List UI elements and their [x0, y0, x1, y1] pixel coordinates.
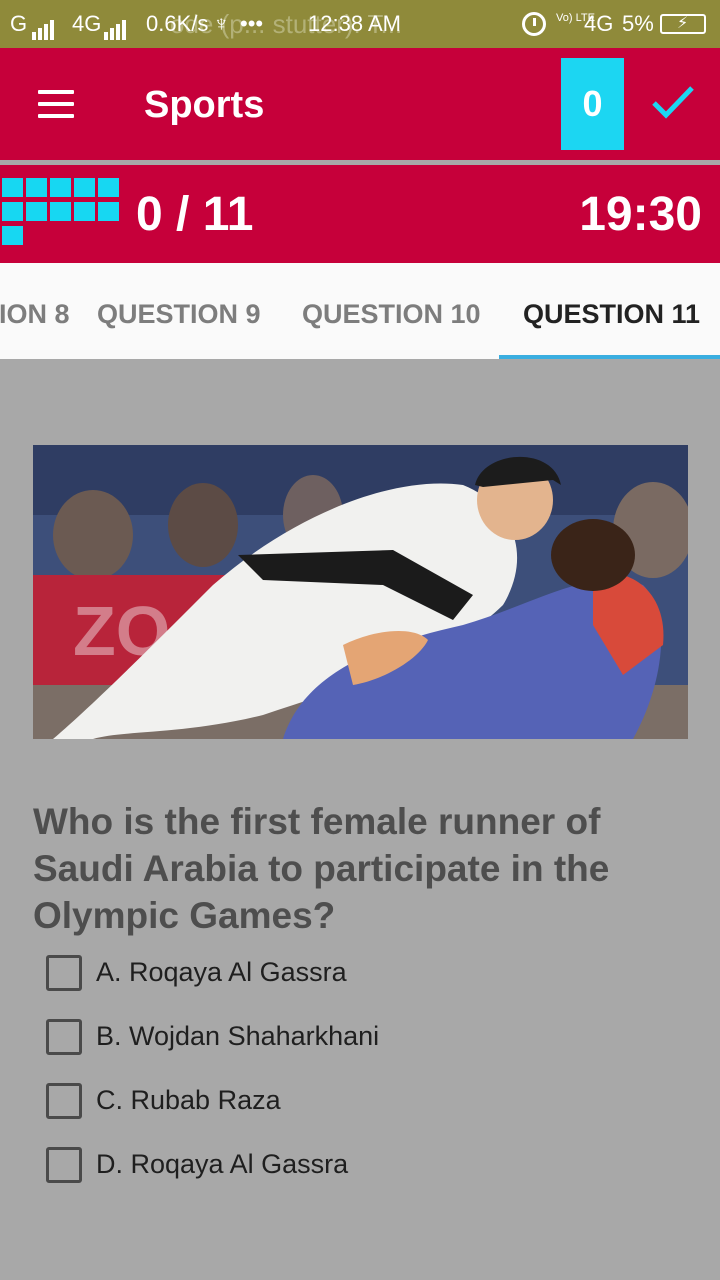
carrier-label: G	[10, 11, 28, 36]
checkbox[interactable]	[46, 1147, 82, 1183]
tab-question-10[interactable]: QUESTION 10	[302, 299, 481, 330]
question-photo: ZO	[33, 445, 688, 739]
signal-icon-2	[104, 14, 128, 40]
tab-indicator	[499, 355, 720, 359]
option-label: C. Rubab Raza	[96, 1085, 281, 1115]
answer-option-d[interactable]: D. Roqaya Al Gassra	[46, 1147, 666, 1185]
check-icon[interactable]	[650, 82, 696, 122]
checkbox[interactable]	[46, 955, 82, 991]
usb-icon: ♆	[213, 11, 230, 36]
answer-option-b[interactable]: B. Wojdan Shaharkhani	[46, 1019, 666, 1057]
answer-option-c[interactable]: C. Rubab Raza	[46, 1083, 666, 1121]
tab-question-11[interactable]: QUESTION 11	[523, 299, 700, 330]
status-bar: ode (p... stutter). T... G 4G 0.6K/s ♆ •…	[0, 0, 720, 48]
battery-icon	[660, 13, 706, 34]
signal-icon	[32, 14, 56, 40]
network-speed: 0.6K/s	[146, 11, 209, 36]
network-type: 4G	[72, 11, 102, 36]
option-label: B. Wojdan Shaharkhani	[96, 1021, 380, 1051]
app-bar: Sports 0	[0, 48, 720, 160]
progress-bar: 0 / 11 19:30	[0, 165, 720, 263]
question-tabs: QUESTION 8 QUESTION 9 QUESTION 10 QUESTI…	[0, 263, 720, 359]
score-badge: 0	[561, 58, 624, 150]
answer-option-a[interactable]: A. Roqaya Al Gassra	[46, 955, 666, 993]
more-dots: •••	[240, 11, 264, 36]
checkbox[interactable]	[46, 1019, 82, 1055]
battery-percent: 5%	[622, 11, 654, 36]
option-label: A. Roqaya Al Gassra	[96, 957, 347, 987]
progress-count: 0 / 11	[136, 188, 254, 241]
menu-icon[interactable]	[38, 90, 74, 118]
alarm-icon	[522, 12, 546, 36]
grid-icon[interactable]	[0, 178, 120, 248]
clock-time: 12:38 AM	[308, 11, 401, 36]
countdown-timer: 19:30	[579, 188, 702, 241]
checkbox[interactable]	[46, 1083, 82, 1119]
page-title: Sports	[144, 84, 265, 126]
volte-label: Vo) LTE	[556, 12, 595, 24]
tab-question-9[interactable]: QUESTION 9	[97, 299, 261, 330]
network-type-2: 4G	[584, 11, 614, 36]
tab-question-8[interactable]: QUESTION 8	[0, 299, 70, 330]
option-label: D. Roqaya Al Gassra	[96, 1149, 349, 1179]
question-text: Who is the first female runner of Saudi …	[33, 801, 610, 936]
